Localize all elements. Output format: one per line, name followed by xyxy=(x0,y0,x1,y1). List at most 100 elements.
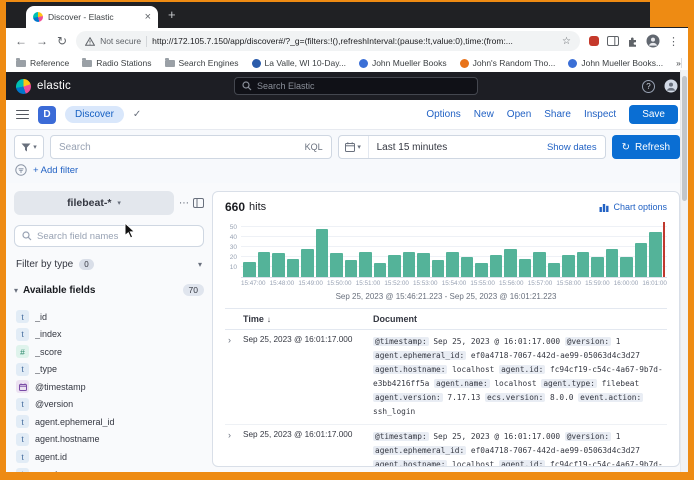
doc-field-name[interactable]: agent.hostname: xyxy=(373,365,447,374)
help-icon[interactable]: ? xyxy=(642,80,655,93)
histogram-bar[interactable] xyxy=(272,253,285,277)
bookmark-item[interactable]: John Mueller Books... xyxy=(568,58,663,68)
topnav-link-options[interactable]: Options xyxy=(426,109,460,120)
field-item[interactable]: t_index xyxy=(14,326,204,344)
histogram-bar[interactable] xyxy=(533,252,546,277)
doc-field-name[interactable]: ecs.version: xyxy=(485,393,545,402)
doc-field-name[interactable]: @timestamp: xyxy=(373,337,429,346)
histogram-bar[interactable] xyxy=(548,263,561,277)
address-bar[interactable]: Not secure http://172.105.7.150/app/disc… xyxy=(76,31,580,51)
kql-language-button[interactable]: KQL xyxy=(305,142,323,152)
filter-by-type-button[interactable]: Filter by type 0 ▾ xyxy=(14,255,204,274)
bookmark-item[interactable]: Reference xyxy=(16,58,69,68)
page-scrollbar[interactable] xyxy=(680,70,688,472)
topnav-link-open[interactable]: Open xyxy=(507,109,531,120)
elastic-logo[interactable]: elastic xyxy=(16,79,71,94)
histogram-bar[interactable] xyxy=(461,257,474,277)
histogram-bar[interactable] xyxy=(359,252,372,277)
scrollbar-thumb[interactable] xyxy=(682,76,687,201)
expand-row-icon[interactable]: › xyxy=(225,335,243,345)
user-avatar-icon[interactable] xyxy=(664,79,678,93)
chart-options-button[interactable]: Chart options xyxy=(599,202,667,212)
field-item[interactable]: tagent.hostname xyxy=(14,431,204,449)
histogram-bar[interactable] xyxy=(301,249,314,277)
histogram-bar[interactable] xyxy=(475,263,488,277)
global-search-input[interactable]: Search Elastic xyxy=(234,77,478,95)
histogram-bar[interactable] xyxy=(577,252,590,277)
browser-tab[interactable]: Discover - Elastic × xyxy=(26,6,158,28)
tab-close-icon[interactable]: × xyxy=(145,12,151,22)
field-search-input[interactable]: Search field names xyxy=(14,225,204,247)
doc-field-name[interactable]: agent.id: xyxy=(499,365,545,374)
histogram-bar[interactable] xyxy=(562,255,575,277)
profile-avatar-icon[interactable] xyxy=(646,34,660,48)
field-item[interactable]: @timestamp xyxy=(14,378,204,396)
field-item[interactable]: t@version xyxy=(14,396,204,414)
doc-field-name[interactable]: @version: xyxy=(565,432,611,441)
collapse-sidebar-icon[interactable] xyxy=(193,198,204,208)
doc-field-name[interactable]: agent.ephemeral_id: xyxy=(373,351,466,360)
histogram-bar[interactable] xyxy=(417,253,430,277)
save-button[interactable]: Save xyxy=(629,105,678,124)
doc-field-name[interactable]: event.action: xyxy=(578,393,643,402)
filter-dropdown-button[interactable]: ▾ xyxy=(14,135,44,159)
all-bookmarks-button[interactable]: All Bookmarks xyxy=(681,58,688,68)
histogram-bar[interactable] xyxy=(403,252,416,277)
breadcrumb-discover[interactable]: Discover xyxy=(65,106,124,123)
topnav-link-inspect[interactable]: Inspect xyxy=(584,109,616,120)
histogram-bar[interactable] xyxy=(316,229,329,277)
back-icon[interactable]: ← xyxy=(15,35,27,47)
forward-icon[interactable]: → xyxy=(36,35,48,47)
doc-field-name[interactable]: agent.hostname: xyxy=(373,460,447,467)
bookmark-star-icon[interactable]: ☆ xyxy=(562,36,571,47)
histogram-plot[interactable] xyxy=(241,222,667,278)
histogram-bar[interactable] xyxy=(388,255,401,277)
side-panel-icon[interactable] xyxy=(607,36,619,46)
field-item[interactable]: tagent.id xyxy=(14,448,204,466)
histogram-bar[interactable] xyxy=(287,259,300,277)
time-range-value[interactable]: Last 15 minutes xyxy=(369,142,547,153)
bookmark-item[interactable]: Search Engines xyxy=(165,58,239,68)
doc-field-name[interactable]: agent.version: xyxy=(373,393,443,402)
field-item[interactable]: tagent.name xyxy=(14,466,204,473)
show-dates-link[interactable]: Show dates xyxy=(547,142,605,153)
bookmark-item[interactable]: John's Random Tho... xyxy=(460,58,556,68)
calendar-dropdown-button[interactable]: ▾ xyxy=(339,136,369,158)
menu-hamburger-icon[interactable] xyxy=(16,110,29,120)
query-search-input[interactable]: Search KQL xyxy=(50,135,332,159)
saved-query-icon[interactable] xyxy=(15,164,27,176)
bookmark-item[interactable]: John Mueller Books xyxy=(359,58,447,68)
add-filter-button[interactable]: + Add filter xyxy=(33,165,78,176)
expand-row-icon[interactable]: › xyxy=(225,430,243,440)
doc-field-name[interactable]: agent.ephemeral_id: xyxy=(373,446,466,455)
histogram-bar[interactable] xyxy=(649,232,662,277)
histogram-bar[interactable] xyxy=(490,255,503,277)
histogram-bar[interactable] xyxy=(446,252,459,277)
histogram-bar[interactable] xyxy=(635,243,648,277)
histogram-bar[interactable] xyxy=(330,253,343,277)
bookmark-item[interactable]: Radio Stations xyxy=(82,58,151,68)
available-fields-header[interactable]: ▾ Available fields 70 xyxy=(14,284,204,296)
histogram-bar[interactable] xyxy=(345,260,358,277)
doc-field-name[interactable]: agent.type: xyxy=(541,379,597,388)
histogram-bar[interactable] xyxy=(591,257,604,277)
topnav-link-share[interactable]: Share xyxy=(544,109,571,120)
extensions-puzzle-icon[interactable] xyxy=(627,36,638,47)
histogram-bar[interactable] xyxy=(504,249,517,277)
index-pattern-selector[interactable]: filebeat-* ▾ xyxy=(14,191,174,215)
histogram-bar[interactable] xyxy=(606,249,619,277)
column-header-time[interactable]: Time ↓ xyxy=(243,314,373,324)
space-avatar[interactable]: D xyxy=(38,106,56,124)
histogram-bar[interactable] xyxy=(432,260,445,277)
histogram-bar[interactable] xyxy=(374,263,387,277)
refresh-button[interactable]: ↻ Refresh xyxy=(612,135,680,159)
field-item[interactable]: tagent.ephemeral_id xyxy=(14,413,204,431)
extension-icon-red[interactable] xyxy=(589,36,599,46)
histogram-bar[interactable] xyxy=(243,262,256,277)
histogram-bar[interactable] xyxy=(620,257,633,277)
histogram-bar[interactable] xyxy=(519,259,532,277)
browser-menu-icon[interactable]: ⋮ xyxy=(668,35,679,48)
new-tab-button[interactable]: + xyxy=(168,7,176,22)
index-options-icon[interactable]: ⋯ xyxy=(179,198,189,209)
doc-field-name[interactable]: agent.id: xyxy=(499,460,545,467)
